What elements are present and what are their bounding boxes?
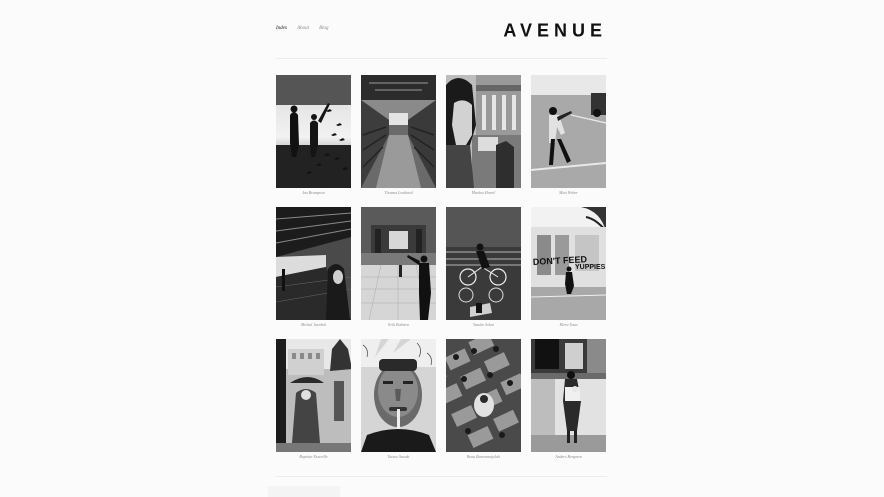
gallery-photo[interactable] xyxy=(531,339,606,452)
photo-caption[interactable]: Baptiste Esseville xyxy=(276,454,351,460)
gallery-photo[interactable] xyxy=(361,207,436,320)
main-container: Index About Blog AVENUE Ian Brumpton Tho… xyxy=(276,0,607,459)
photo-caption[interactable]: Tatsuo Suzuki xyxy=(361,454,436,460)
woman-portrait-street-photo xyxy=(446,75,521,188)
svg-text:YUPPIES: YUPPIES xyxy=(575,264,606,271)
nav-item-about[interactable]: About xyxy=(297,25,309,33)
gallery-item[interactable]: Thomas Leuthard xyxy=(361,75,436,207)
photo-caption[interactable]: Kleru Tuan xyxy=(531,322,606,328)
gallery-photo[interactable] xyxy=(531,75,606,188)
gallery-item[interactable]: Beau Ramsamajolah xyxy=(446,339,521,471)
page: Index About Blog AVENUE Ian Brumpton Tho… xyxy=(0,0,884,497)
gallery-item[interactable]: Markus Hartel xyxy=(446,75,521,207)
photo-caption[interactable]: Beau Ramsamajolah xyxy=(446,454,521,460)
woman-with-child-photo xyxy=(531,339,606,452)
gallery-item[interactable]: Baptiste Esseville xyxy=(276,339,351,471)
gallery-photo[interactable] xyxy=(276,207,351,320)
gallery-photo[interactable] xyxy=(446,75,521,188)
gallery-item[interactable]: Ian Brumpton xyxy=(276,75,351,207)
man-with-cigarette-photo xyxy=(361,339,436,452)
photo-gallery: Ian Brumpton Thomas Leuthard Markus Hart… xyxy=(276,75,606,471)
gallery-item[interactable]: Anders Bergmen xyxy=(531,339,606,471)
footer-divider xyxy=(276,476,607,477)
gallery-item[interactable]: Yasuko Sokai xyxy=(446,207,521,339)
gallery-photo[interactable] xyxy=(361,339,436,452)
gallery-item[interactable]: Michal Jarabek xyxy=(276,207,351,339)
gallery-item[interactable]: Erik Rubisen xyxy=(361,207,436,339)
main-nav: Index About Blog xyxy=(276,25,329,33)
site-logo[interactable]: AVENUE xyxy=(503,20,607,41)
umbrella-street-photo xyxy=(276,339,351,452)
gallery-item[interactable]: Tatsuo Suzuki xyxy=(361,339,436,471)
footer-block xyxy=(268,486,340,497)
nav-item-blog[interactable]: Blog xyxy=(319,25,328,33)
overhead-crowd-photo xyxy=(446,339,521,452)
station-platform-photo xyxy=(276,207,351,320)
gallery-photo[interactable]: DON'T FEED YUPPIES xyxy=(531,207,606,320)
photo-caption[interactable]: Erik Rubisen xyxy=(361,322,436,328)
gallery-photo[interactable] xyxy=(276,339,351,452)
birds-silhouette-photo xyxy=(276,75,351,188)
site-header: Index About Blog AVENUE xyxy=(276,0,607,59)
nav-item-index[interactable]: Index xyxy=(276,25,287,33)
gallery-photo[interactable] xyxy=(276,75,351,188)
photo-caption[interactable]: Markus Hartel xyxy=(446,190,521,196)
graffiti-wall-photo: DON'T FEED YUPPIES xyxy=(531,207,606,320)
gallery-photo[interactable] xyxy=(446,207,521,320)
photo-caption[interactable]: Matt Weber xyxy=(531,190,606,196)
photo-caption[interactable]: Ian Brumpton xyxy=(276,190,351,196)
plaza-building-photo xyxy=(361,207,436,320)
photo-caption[interactable]: Thomas Leuthard xyxy=(361,190,436,196)
photo-caption[interactable]: Michal Jarabek xyxy=(276,322,351,328)
gallery-photo[interactable] xyxy=(361,75,436,188)
photo-caption[interactable]: Yasuko Sokai xyxy=(446,322,521,328)
man-crossing-road-photo xyxy=(531,75,606,188)
train-interior-photo xyxy=(361,75,436,188)
gallery-item[interactable]: DON'T FEED YUPPIES Kleru Tuan xyxy=(531,207,606,339)
cyclist-motion-photo xyxy=(446,207,521,320)
gallery-item[interactable]: Matt Weber xyxy=(531,75,606,207)
gallery-photo[interactable] xyxy=(446,339,521,452)
photo-caption[interactable]: Anders Bergmen xyxy=(531,454,606,460)
